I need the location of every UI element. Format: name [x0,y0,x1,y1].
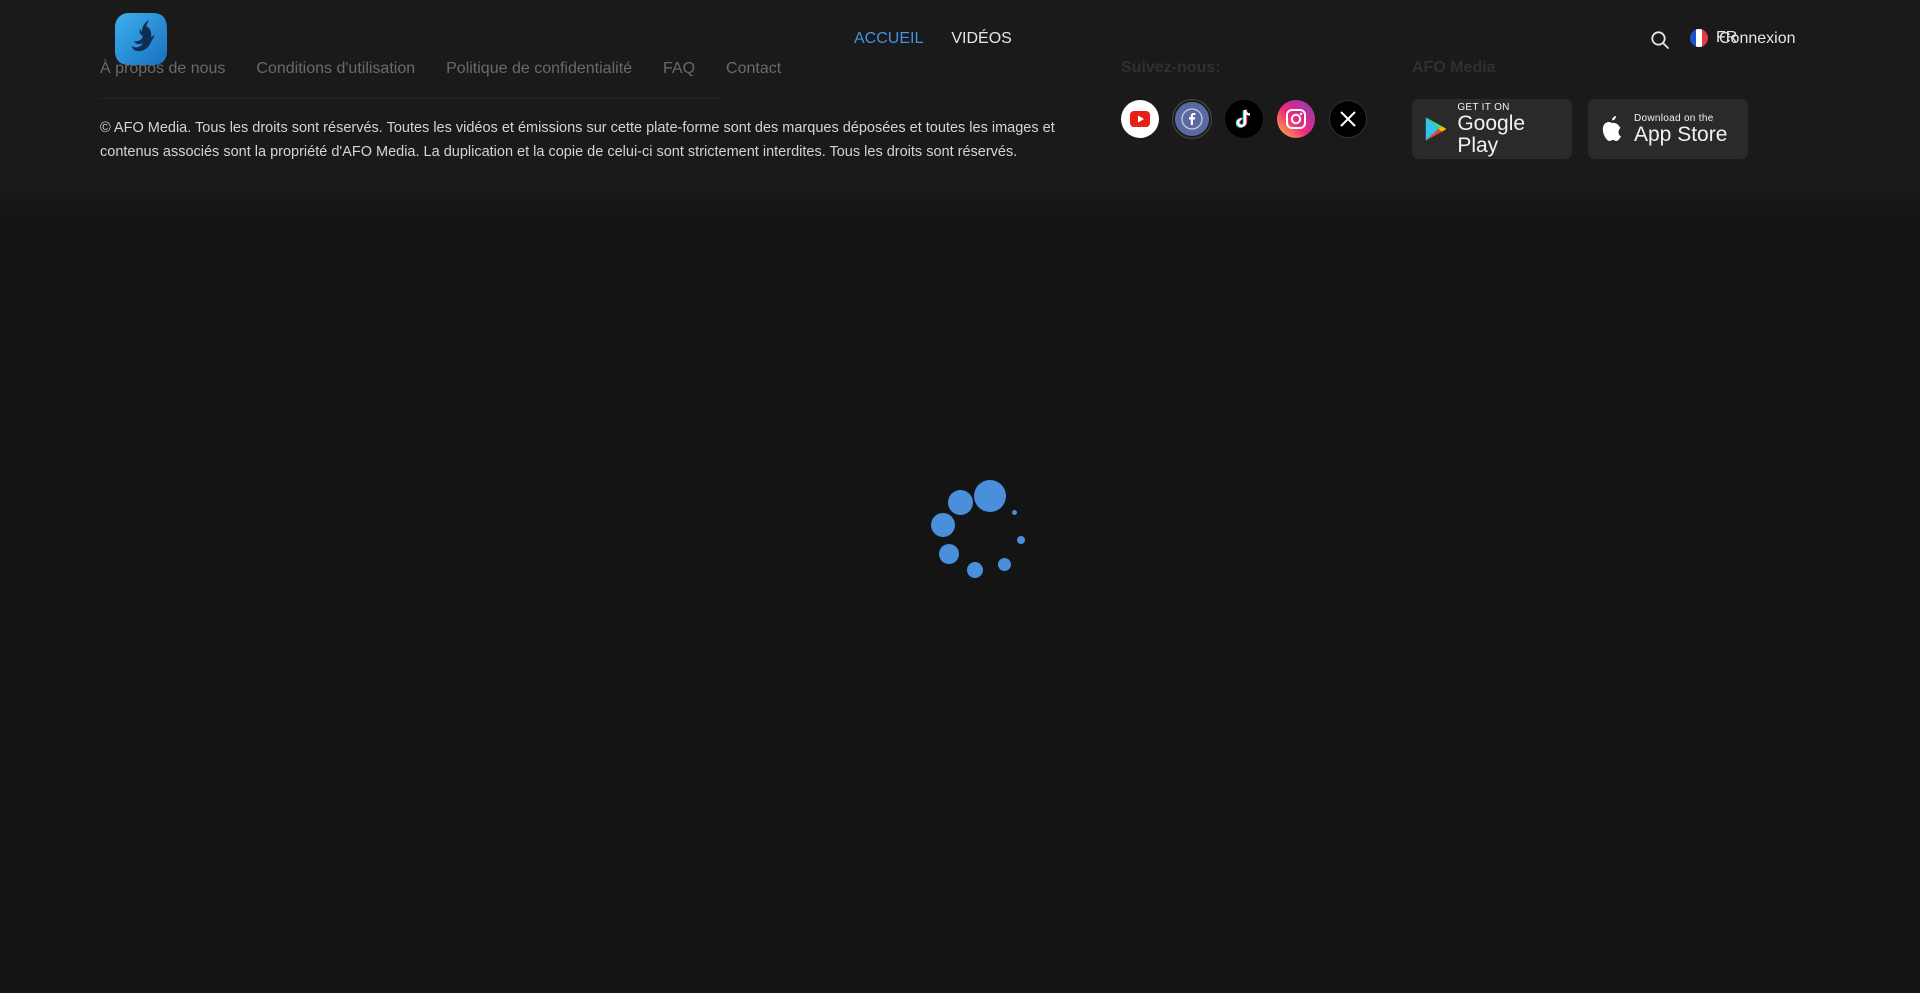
facebook-icon[interactable] [1173,100,1211,138]
social-links [1121,100,1367,138]
search-icon[interactable] [1650,30,1670,50]
spinner-dot [931,513,955,537]
app-store-small: Download on the [1634,112,1714,124]
site-header: ACCUEIL VIDÉOS FR Connexion [0,0,1920,80]
main-nav: ACCUEIL VIDÉOS [854,30,1012,48]
google-play-big: Google Play [1457,111,1526,157]
x-icon[interactable] [1329,100,1367,138]
footer-divider [100,98,720,99]
google-play-icon [1425,117,1447,141]
site-logo[interactable] [113,11,169,67]
youtube-icon[interactable] [1121,100,1159,138]
nav-item-accueil[interactable]: ACCUEIL [854,30,923,48]
loading-spinner [928,478,1028,578]
app-store-badge[interactable]: Download on the App Store [1588,99,1748,159]
page: À propos de nous Conditions d'utilisatio… [0,0,1920,993]
login-button[interactable]: Connexion [1719,30,1796,48]
tiktok-icon[interactable] [1225,100,1263,138]
spinner-dot [1012,510,1017,515]
france-flag-icon [1690,29,1708,47]
apple-icon [1602,116,1621,141]
instagram-icon[interactable] [1277,100,1315,138]
google-play-badge[interactable]: GET IT ON Google Play [1412,99,1572,159]
copyright-text: © AFO Media. Tous les droits sont réserv… [100,120,1055,160]
spinner-dot [974,480,1006,512]
afo-logo-icon [115,13,167,65]
google-play-small: GET IT ON [1457,101,1510,113]
spinner-dot [967,562,983,578]
spinner-dot [948,490,973,515]
spinner-dot [939,544,959,564]
nav-item-videos[interactable]: VIDÉOS [951,30,1011,48]
app-store-big: App Store [1634,122,1728,146]
spinner-dot [998,558,1011,571]
spinner-dot [1017,536,1025,544]
